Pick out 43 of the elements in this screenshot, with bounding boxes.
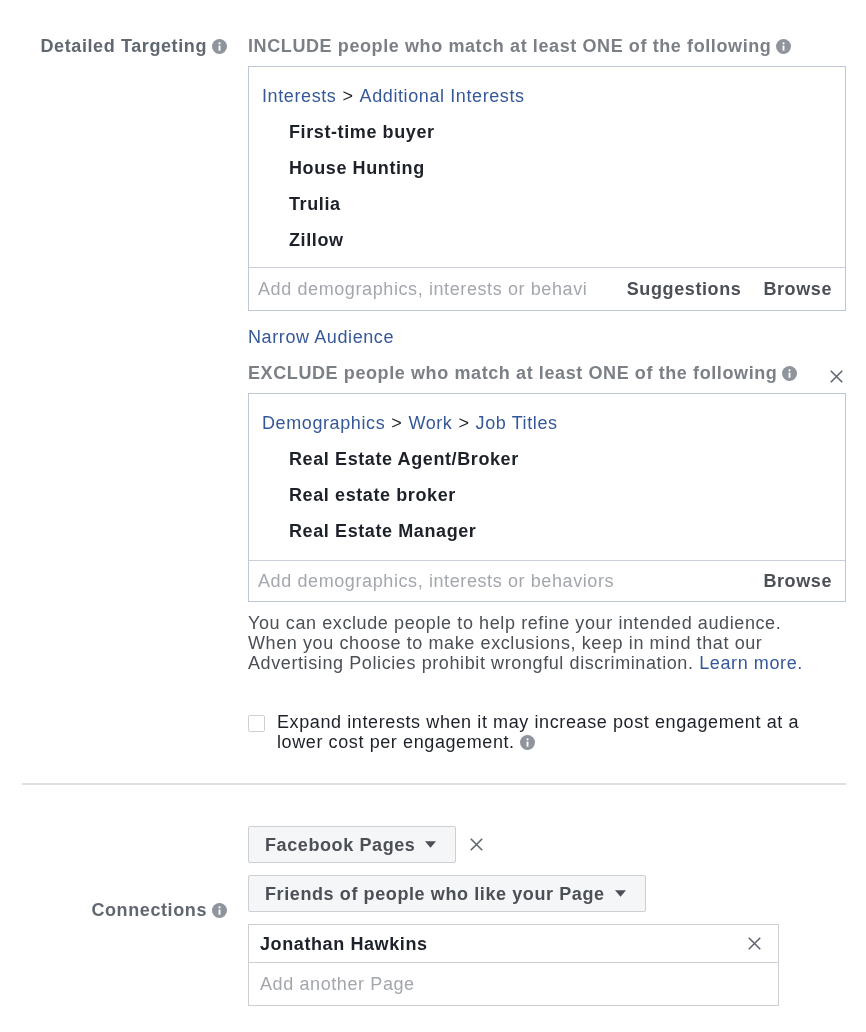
breadcrumb-link[interactable]: Demographics (262, 413, 386, 433)
info-icon (212, 902, 227, 918)
checkbox[interactable] (248, 715, 265, 732)
info-icon (212, 38, 227, 54)
selected-targeting-item: First-time buyer (289, 122, 435, 142)
breadcrumb-link[interactable]: Additional Interests (359, 86, 525, 106)
dropdown-button[interactable]: Friends of people who like your Page (248, 875, 646, 912)
selected-targeting-item: Real estate broker (289, 485, 456, 505)
narrow-audience-link[interactable]: Narrow Audience (248, 327, 395, 347)
exclusion-disclaimer: You can exclude people to help refine your intended audience. When you choose to make exclusions, keep in mind that our Advertising Policies prohibit wrongful discrimination. Learn more. (248, 613, 804, 673)
targeting-search-field[interactable]: Add demographics, interests or behavi (258, 279, 605, 299)
section-label: Detailed Targeting (40, 36, 207, 56)
close-icon[interactable] (470, 838, 484, 851)
info-icon (520, 735, 536, 750)
learn-more-link[interactable]: Learn more. (699, 653, 803, 673)
selected-targeting-item: House Hunting (289, 158, 425, 178)
dropdown-button[interactable]: Facebook Pages (248, 826, 457, 863)
section-label: Connections (91, 900, 207, 920)
info-icon (776, 38, 792, 54)
breadcrumb-separator: > (458, 413, 470, 433)
selected-targeting-item: Trulia (289, 194, 341, 214)
caret-icon (614, 890, 626, 897)
include-heading: INCLUDE people who match at least ONE of the following (248, 36, 772, 56)
selected-page: Jonathan Hawkins (260, 933, 428, 954)
search-option-button[interactable]: Browse (763, 279, 832, 299)
selected-targeting-item: Real Estate Manager (289, 521, 477, 541)
page-search-field[interactable]: Add another Page (260, 974, 767, 994)
exclude-heading: EXCLUDE people who match at least ONE of the following (248, 363, 778, 383)
close-icon[interactable] (748, 937, 761, 950)
breadcrumb-separator: > (391, 413, 403, 433)
search-option-button[interactable]: Suggestions (626, 279, 742, 299)
caret-icon (425, 841, 437, 848)
search-option-button[interactable]: Browse (763, 571, 832, 591)
selected-targeting-item: Real Estate Agent/Broker (289, 449, 519, 469)
close-icon[interactable] (830, 369, 843, 383)
targeting-search-field[interactable]: Add demographics, interests or behaviors (258, 571, 742, 591)
breadcrumb-separator: > (342, 86, 354, 106)
breadcrumb-link[interactable]: Interests (262, 86, 337, 106)
breadcrumb-link[interactable]: Job Titles (475, 413, 558, 433)
checkbox-label[interactable]: Expand interests when it may increase post engagement at a lower cost per engagement. (277, 712, 846, 752)
info-icon (782, 365, 798, 381)
breadcrumb-link[interactable]: Work (408, 413, 453, 433)
selected-targeting-item: Zillow (289, 230, 344, 250)
